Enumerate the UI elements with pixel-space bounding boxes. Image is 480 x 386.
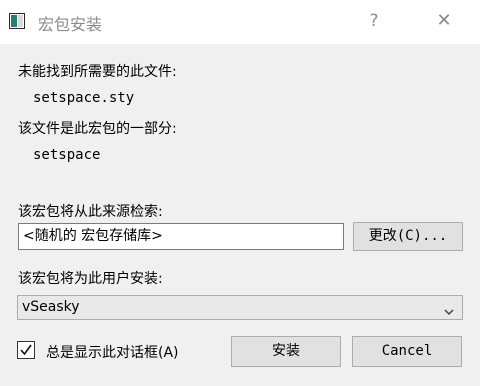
chevron-down-icon xyxy=(444,303,454,316)
checkmark-icon xyxy=(20,344,32,356)
always-show-label[interactable]: 总是显示此对话框(A) xyxy=(46,342,179,362)
window-title: 宏包安装 xyxy=(38,15,103,34)
help-button[interactable]: ? xyxy=(360,10,388,32)
missing-file-name: setspace.sty xyxy=(33,90,135,106)
package-name: setspace xyxy=(33,147,101,163)
window-app-icon xyxy=(9,13,25,29)
install-for-label: 该宏包将为此用户安装: xyxy=(18,271,163,287)
source-label: 该宏包将从此来源检索: xyxy=(18,204,163,220)
cancel-button[interactable]: Cancel xyxy=(352,336,462,367)
user-select[interactable]: vSeasky xyxy=(17,295,463,320)
title-bar: 宏包安装 ? ✕ xyxy=(0,0,480,44)
always-show-checkbox[interactable] xyxy=(17,341,35,359)
change-button[interactable]: 更改(C)... xyxy=(353,222,463,251)
missing-file-label: 未能找到所需要的此文件: xyxy=(18,64,177,80)
install-button[interactable]: 安装 xyxy=(231,336,341,367)
part-of-package-label: 该文件是此宏包的一部分: xyxy=(18,121,177,137)
user-select-value: vSeasky xyxy=(22,299,80,315)
repository-field[interactable]: <随机的 宏包存储库> xyxy=(18,223,344,250)
close-button[interactable]: ✕ xyxy=(432,10,456,32)
